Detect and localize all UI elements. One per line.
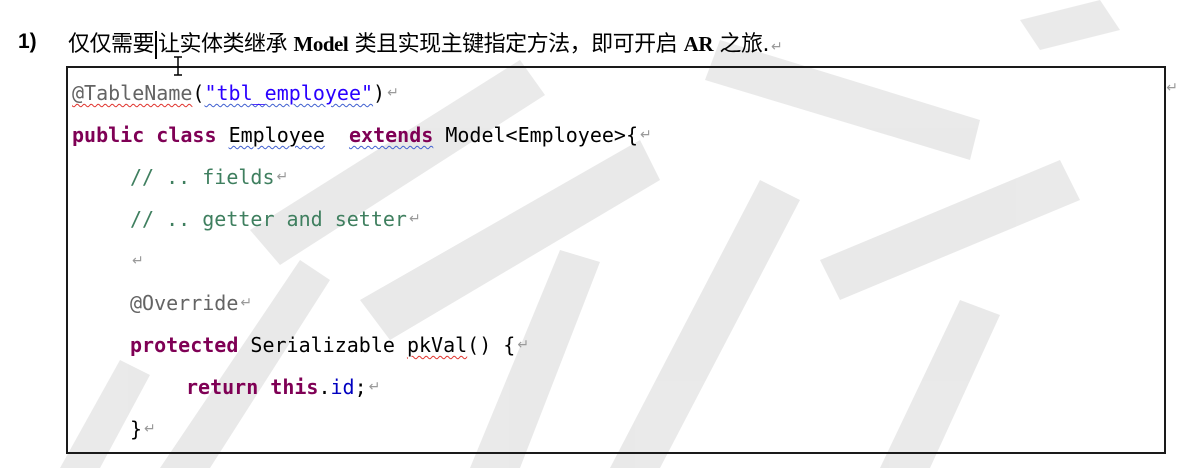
code-line-9: } ↵ — [130, 412, 156, 446]
paren-close: ) — [373, 81, 386, 105]
comment-getter-setter: // .. getter and setter — [130, 207, 407, 231]
paragraph-mark: ↵ — [276, 169, 289, 185]
keyword-this: this — [270, 375, 319, 399]
annotation-tablename: @TableName — [72, 81, 193, 105]
list-number: 1) — [18, 30, 37, 53]
paragraph-mark: ↵ — [408, 211, 421, 227]
keyword-return: return — [186, 375, 259, 399]
paragraph-mark: ↵ — [240, 295, 253, 311]
heading-text-part3: 类且实现主键指定方法，即可开启 — [348, 31, 684, 57]
heading-text-part1: 仅仅需要 — [68, 31, 155, 57]
paren-open: ( — [192, 81, 205, 105]
superclass: Model<Employee>{ — [445, 123, 638, 147]
heading-line: 1) 仅仅需要 让实体类继承 Model 类且实现主键指定方法，即可开启 AR 之… — [18, 24, 783, 60]
heading-ar-word: AR — [683, 31, 714, 56]
paragraph-mark: ↵ — [517, 337, 530, 353]
class-name: Employee — [228, 123, 325, 147]
code-block[interactable]: ↵ @TableName("tbl_employee") ↵ public cla… — [66, 66, 1178, 454]
paragraph-mark: ↵ — [387, 85, 399, 101]
heading-text-part4: 之旅. — [713, 31, 770, 57]
method-name: pkVal — [406, 333, 468, 357]
heading-model-word: Model — [293, 31, 349, 56]
code-line-4: // .. getter and setter ↵ — [130, 202, 421, 236]
paragraph-mark: ↵ — [368, 379, 381, 395]
code-line-3: // .. fields ↵ — [130, 160, 288, 194]
code-line-6: @Override ↵ — [130, 286, 252, 320]
comment-fields: // .. fields — [130, 165, 275, 189]
annotation-override: @Override — [130, 291, 239, 315]
keyword-extends: extends — [348, 123, 434, 147]
cell-end-mark: ↵ — [1166, 80, 1178, 96]
paragraph-mark: ↵ — [132, 253, 144, 269]
string-literal: "tbl_employee" — [204, 81, 374, 105]
heading-text[interactable]: 仅仅需要 让实体类继承 Model 类且实现主键指定方法，即可开启 AR 之旅. ↵ — [68, 26, 783, 59]
semicolon: ; — [354, 375, 367, 399]
field-id: id — [330, 375, 355, 399]
code-line-1: @TableName("tbl_employee") ↵ — [72, 76, 399, 110]
paragraph-mark: ↵ — [771, 38, 783, 55]
dot: . — [318, 375, 331, 399]
heading-text-part2: 让实体类继承 — [158, 31, 294, 57]
closing-brace: } — [130, 417, 143, 441]
keyword-protected: protected — [130, 333, 239, 357]
method-signature-end: () { — [467, 333, 516, 357]
code-line-5: ↵ — [130, 244, 144, 278]
keyword-public: public — [72, 123, 145, 147]
text-caret — [155, 30, 158, 59]
code-line-7: protected Serializable pkVal() {↵ — [130, 328, 529, 362]
paragraph-mark: ↵ — [639, 127, 652, 143]
keyword-class: class — [156, 123, 217, 147]
return-type: Serializable — [238, 333, 407, 357]
code-line-2: public class Employee extends Model<Empl… — [72, 118, 652, 152]
ibeam-cursor-icon — [174, 56, 182, 76]
code-line-8: return this. id; ↵ — [186, 370, 380, 404]
paragraph-mark: ↵ — [144, 421, 156, 437]
